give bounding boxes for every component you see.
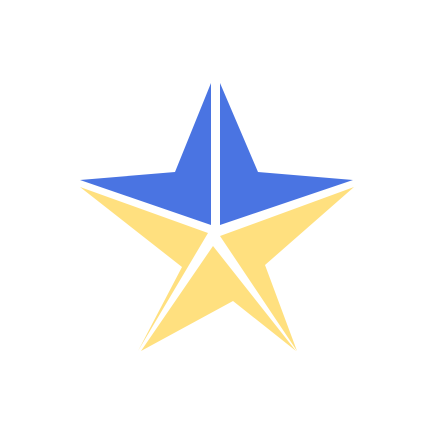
- star-icon: [80, 83, 354, 351]
- star-logo-canvas: [0, 0, 434, 434]
- star-segment-upper-left: [80, 83, 211, 225]
